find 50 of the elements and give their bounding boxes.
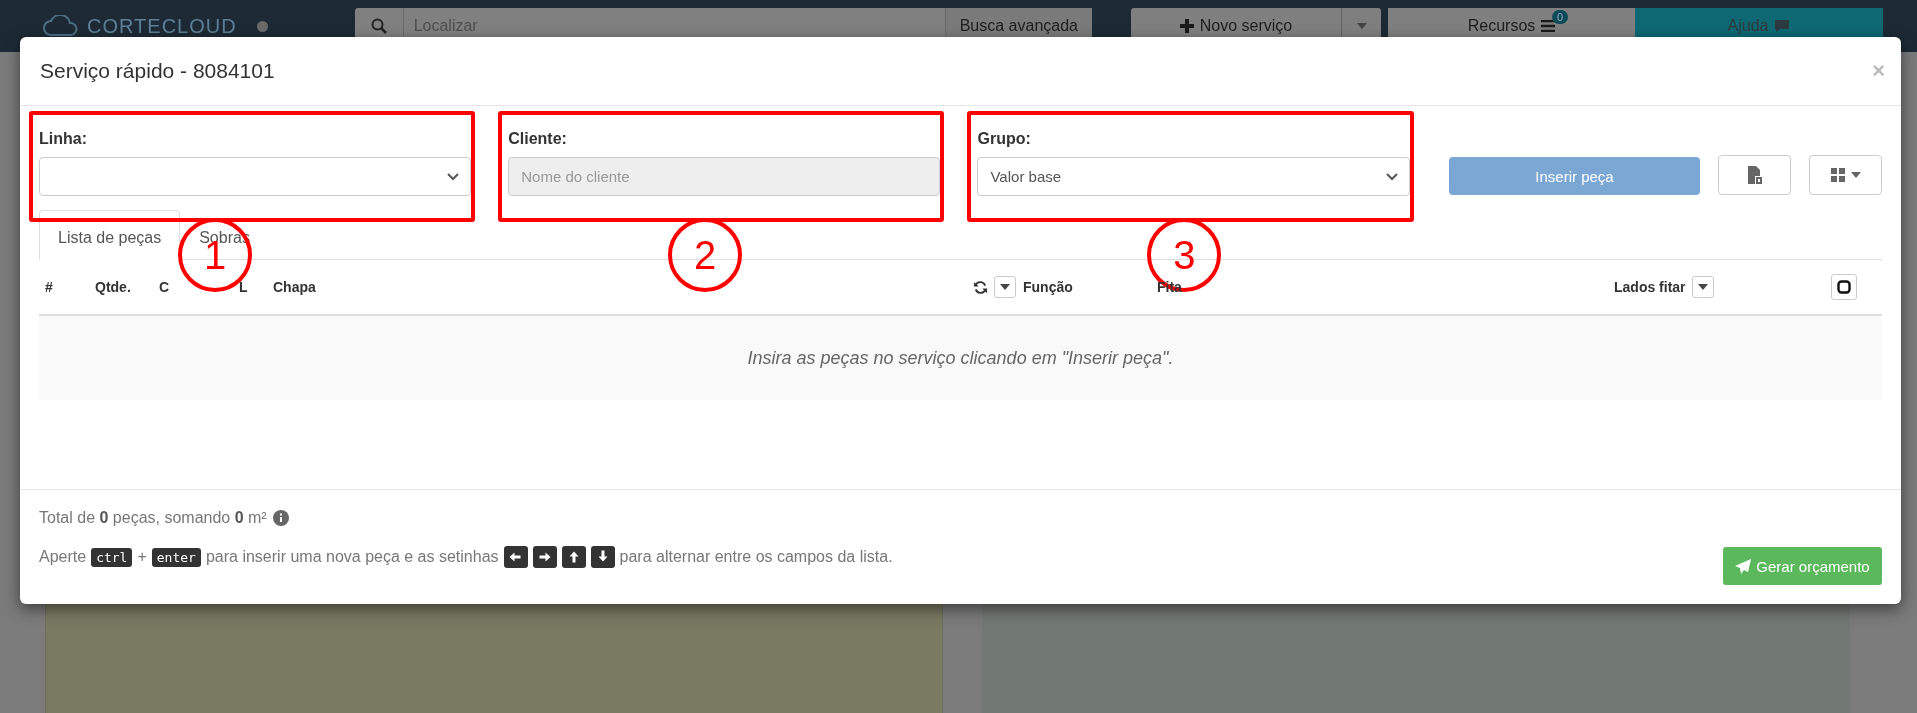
field-label: Cliente: xyxy=(508,130,568,148)
left-arrow-key-icon xyxy=(503,546,528,568)
checkbox-icon xyxy=(1837,280,1851,294)
dialog-title: Serviço rápido - 8084101 xyxy=(40,59,275,83)
caret-icon xyxy=(1356,23,1367,29)
hint-text: Aperte xyxy=(39,548,87,566)
select-field[interactable] xyxy=(39,157,472,196)
field-label: Grupo: xyxy=(977,130,1032,148)
column-header: Função xyxy=(1023,279,1073,295)
count-badge: 0 xyxy=(1552,10,1569,24)
column-header: L xyxy=(239,279,248,295)
hint-text: para inserir uma nova peça e as setinhas xyxy=(205,548,499,566)
down-arrow-key-icon xyxy=(590,546,615,568)
cloud-icon xyxy=(43,15,79,37)
layout-button[interactable] xyxy=(1809,155,1883,195)
column-header: Qtde. xyxy=(95,279,131,295)
column-header: C xyxy=(159,279,170,295)
empty-message: Insira as peças no serviço clicando em "Inserir peça". xyxy=(39,316,1882,400)
caret-icon xyxy=(1850,172,1861,178)
column-header: # xyxy=(45,279,53,295)
status-dot xyxy=(256,20,268,32)
column-header: Chapa xyxy=(273,279,316,295)
right-arrow-key-icon xyxy=(532,546,557,568)
caret-icon xyxy=(1697,284,1708,290)
chevron-icon xyxy=(1384,171,1399,182)
up-arrow-key-icon xyxy=(561,546,586,568)
column-header: Lados fitar xyxy=(1614,279,1686,295)
menu-icon xyxy=(1541,20,1556,32)
tab[interactable]: Lista de peças xyxy=(39,210,181,260)
key-cap: enter xyxy=(151,547,201,567)
caret-icon xyxy=(1000,284,1010,290)
select-field[interactable]: Valor base xyxy=(977,157,1410,196)
generate-quote-button[interactable]: Gerar orçamento xyxy=(1723,547,1882,585)
chevron-icon xyxy=(446,171,461,182)
key-cap: ctrl xyxy=(91,547,133,567)
send-icon xyxy=(1735,558,1752,574)
summary-text: Total de 0 peças, somando 0 m² xyxy=(39,509,267,527)
search-icon xyxy=(370,18,387,34)
app-logo: CORTECLOUD xyxy=(87,14,237,38)
plus-icon xyxy=(1179,19,1194,33)
select-all-button[interactable] xyxy=(1831,274,1857,300)
info-icon xyxy=(272,510,289,526)
hint-text: + xyxy=(137,548,147,566)
document-icon xyxy=(1747,166,1762,184)
refresh-icon[interactable] xyxy=(973,279,988,295)
export-button[interactable] xyxy=(1718,155,1792,195)
grid-icon xyxy=(1830,168,1845,182)
hint-text: para alternar entre os campos da lista. xyxy=(619,548,893,566)
chat-icon xyxy=(1774,19,1791,33)
field-label: Linha: xyxy=(39,130,88,148)
